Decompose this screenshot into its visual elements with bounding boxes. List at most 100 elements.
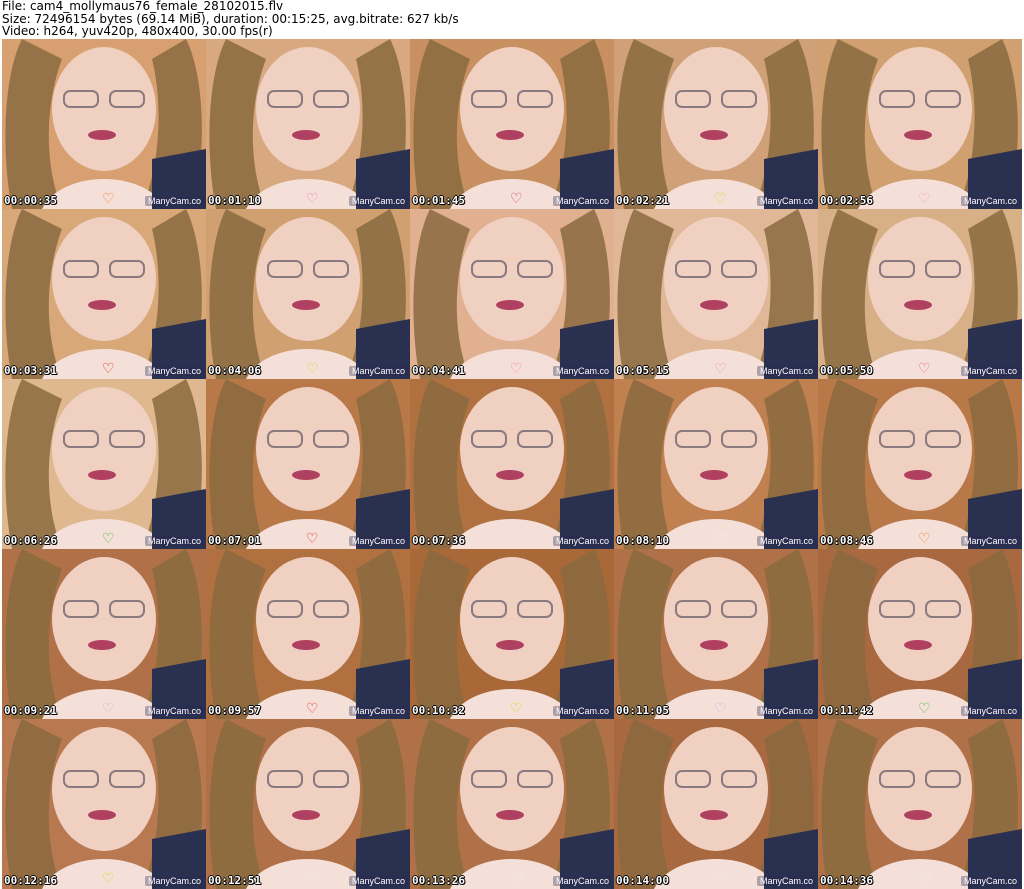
timestamp-label: 00:03:31 [4, 364, 57, 377]
video-thumbnail: ♡ 00:07:01 ManyCam.co [206, 379, 410, 549]
manycam-watermark: ManyCam.co [960, 876, 1020, 886]
video-thumbnail: ♡ 00:08:46 ManyCam.co [818, 379, 1022, 549]
video-thumbnail: ♡ 00:13:26 ManyCam.co [410, 719, 614, 889]
timestamp-label: 00:05:15 [616, 364, 669, 377]
video-thumbnail: ♡ 00:00:35 ManyCam.co [2, 39, 206, 209]
video-thumbnail: ♡ 00:11:05 ManyCam.co [614, 549, 818, 719]
manycam-watermark: ManyCam.co [552, 706, 612, 716]
timestamp-label: 00:09:21 [4, 704, 57, 717]
frame-image [2, 39, 206, 209]
file-name-line: File: cam4_mollymaus76_female_28102015.f… [2, 0, 284, 13]
frame-image [410, 39, 614, 209]
video-thumbnail: ♡ 00:01:10 ManyCam.co [206, 39, 410, 209]
timestamp-label: 00:06:26 [4, 534, 57, 547]
heart-icon: ♡ [714, 531, 727, 547]
frame-image [614, 379, 818, 549]
frame-image [614, 209, 818, 379]
manycam-watermark: ManyCam.co [552, 876, 612, 886]
manycam-watermark: ManyCam.co [348, 366, 408, 376]
video-thumbnail: ♡ 00:03:31 ManyCam.co [2, 209, 206, 379]
video-thumbnail: ♡ 00:12:16 ManyCam.co [2, 719, 206, 889]
heart-icon: ♡ [306, 701, 319, 717]
heart-icon: ♡ [510, 361, 523, 377]
frame-image [614, 549, 818, 719]
heart-icon: ♡ [714, 871, 727, 887]
video-thumbnail: ♡ 00:10:32 ManyCam.co [410, 549, 614, 719]
video-thumbnail: ♡ 00:12:51 ManyCam.co [206, 719, 410, 889]
manycam-watermark: ManyCam.co [960, 366, 1020, 376]
video-thumbnail: ♡ 00:06:26 ManyCam.co [2, 379, 206, 549]
video-thumbnail: ♡ 00:08:10 ManyCam.co [614, 379, 818, 549]
manycam-watermark: ManyCam.co [756, 536, 816, 546]
frame-image [614, 39, 818, 209]
heart-icon: ♡ [510, 191, 523, 207]
frame-image [410, 549, 614, 719]
timestamp-label: 00:08:46 [820, 534, 873, 547]
frame-image [2, 209, 206, 379]
video-thumbnail: ♡ 00:02:21 ManyCam.co [614, 39, 818, 209]
manycam-watermark: ManyCam.co [348, 196, 408, 206]
timestamp-label: 00:02:21 [616, 194, 669, 207]
heart-icon: ♡ [510, 701, 523, 717]
heart-icon: ♡ [918, 701, 931, 717]
manycam-watermark: ManyCam.co [552, 196, 612, 206]
timestamp-label: 00:01:10 [208, 194, 261, 207]
heart-icon: ♡ [102, 701, 115, 717]
manycam-watermark: ManyCam.co [348, 876, 408, 886]
heart-icon: ♡ [510, 531, 523, 547]
timestamp-label: 00:12:51 [208, 874, 261, 887]
frame-image [818, 209, 1022, 379]
frame-image [206, 379, 410, 549]
timestamp-label: 00:05:50 [820, 364, 873, 377]
timestamp-label: 00:11:05 [616, 704, 669, 717]
video-thumbnail: ♡ 00:14:36 ManyCam.co [818, 719, 1022, 889]
frame-image [2, 549, 206, 719]
heart-icon: ♡ [714, 701, 727, 717]
video-thumbnail: ♡ 00:11:42 ManyCam.co [818, 549, 1022, 719]
manycam-watermark: ManyCam.co [756, 366, 816, 376]
heart-icon: ♡ [714, 191, 727, 207]
video-thumbnail: ♡ 00:14:00 ManyCam.co [614, 719, 818, 889]
manycam-watermark: ManyCam.co [756, 196, 816, 206]
heart-icon: ♡ [102, 871, 115, 887]
video-thumbnail: ♡ 00:01:45 ManyCam.co [410, 39, 614, 209]
frame-image [410, 379, 614, 549]
heart-icon: ♡ [918, 191, 931, 207]
manycam-watermark: ManyCam.co [144, 876, 204, 886]
timestamp-label: 00:07:01 [208, 534, 261, 547]
video-thumbnail: ♡ 00:04:06 ManyCam.co [206, 209, 410, 379]
timestamp-label: 00:04:41 [412, 364, 465, 377]
timestamp-label: 00:01:45 [412, 194, 465, 207]
heart-icon: ♡ [918, 871, 931, 887]
heart-icon: ♡ [102, 531, 115, 547]
video-thumbnail: ♡ 00:04:41 ManyCam.co [410, 209, 614, 379]
frame-image [818, 379, 1022, 549]
manycam-watermark: ManyCam.co [756, 876, 816, 886]
video-thumbnail: ♡ 00:09:21 ManyCam.co [2, 549, 206, 719]
manycam-watermark: ManyCam.co [552, 536, 612, 546]
frame-image [410, 719, 614, 889]
heart-icon: ♡ [918, 361, 931, 377]
manycam-watermark: ManyCam.co [960, 536, 1020, 546]
video-thumbnail: ♡ 00:07:36 ManyCam.co [410, 379, 614, 549]
file-info-header: File: cam4_mollymaus76_female_28102015.f… [2, 0, 1022, 38]
video-thumbnail: ♡ 00:05:50 ManyCam.co [818, 209, 1022, 379]
frame-image [206, 719, 410, 889]
timestamp-label: 00:02:56 [820, 194, 873, 207]
heart-icon: ♡ [306, 361, 319, 377]
timestamp-label: 00:14:00 [616, 874, 669, 887]
manycam-watermark: ManyCam.co [144, 366, 204, 376]
timestamp-label: 00:10:32 [412, 704, 465, 717]
heart-icon: ♡ [918, 531, 931, 547]
timestamp-label: 00:08:10 [616, 534, 669, 547]
video-info-line: Video: h264, yuv420p, 480x400, 30.00 fps… [2, 24, 273, 39]
frame-image [410, 209, 614, 379]
frame-image [818, 719, 1022, 889]
manycam-watermark: ManyCam.co [348, 536, 408, 546]
manycam-watermark: ManyCam.co [144, 706, 204, 716]
frame-image [614, 719, 818, 889]
frame-image [2, 719, 206, 889]
timestamp-label: 00:00:35 [4, 194, 57, 207]
timestamp-label: 00:13:26 [412, 874, 465, 887]
heart-icon: ♡ [714, 361, 727, 377]
